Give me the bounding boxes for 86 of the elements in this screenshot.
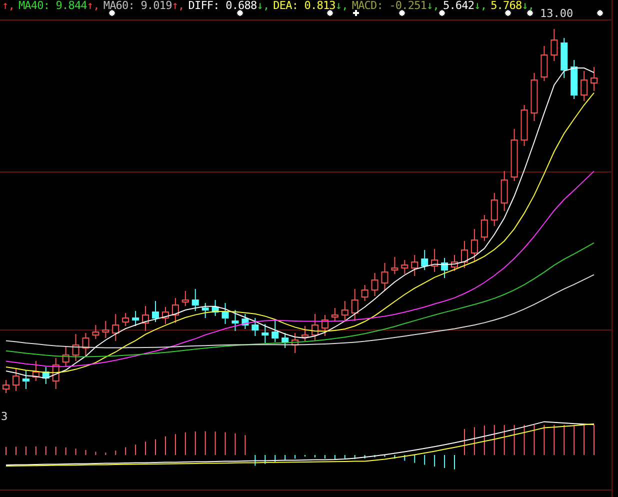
candlestick — [82, 332, 90, 356]
trend-arrow: ↓, — [335, 0, 348, 12]
candlestick — [570, 60, 578, 100]
candlestick — [242, 314, 249, 330]
candlestick — [421, 250, 428, 270]
trend-arrow: ↑, — [2, 0, 14, 12]
star-marker-icon — [526, 9, 534, 17]
indicator-value: 5.642 — [442, 0, 474, 12]
star-marker-icon — [438, 9, 446, 17]
candlestick — [361, 284, 368, 302]
candlestick — [460, 240, 468, 268]
indicator-value: MACD: -0.251 — [352, 0, 427, 12]
candlestick — [441, 258, 448, 278]
candlestick — [212, 300, 219, 316]
candlestick — [52, 358, 60, 390]
candlestick — [72, 334, 80, 362]
candlestick — [411, 254, 418, 276]
candlestick — [2, 380, 10, 394]
star-marker-icon — [236, 9, 244, 17]
candlestick — [172, 298, 179, 324]
cross-marker-icon — [352, 9, 360, 17]
candlestick — [371, 272, 378, 296]
axis-label: 3 — [1, 411, 8, 423]
candlestick — [391, 256, 398, 274]
candlestick — [401, 260, 408, 274]
candlestick — [162, 306, 169, 324]
candlestick — [381, 262, 388, 292]
candlestick — [351, 288, 358, 322]
candlestick — [341, 300, 348, 322]
indicator-value: 5.768 — [490, 0, 522, 12]
star-marker-icon — [596, 9, 604, 17]
candlestick — [252, 318, 259, 336]
candlestick — [480, 214, 488, 242]
price-label: 13.00 — [540, 8, 574, 20]
candlestick — [202, 302, 209, 318]
candlestick — [321, 314, 328, 336]
candlestick — [122, 312, 130, 326]
candlestick — [12, 368, 20, 392]
star-marker-icon — [398, 9, 406, 17]
star-marker-icon — [504, 9, 512, 17]
indicator-value: DEA: 0.813 — [273, 0, 336, 12]
candlestick — [540, 46, 548, 82]
candlestick — [590, 66, 598, 92]
candlestick — [142, 306, 150, 332]
candlestick — [32, 360, 40, 382]
candlestick — [530, 72, 538, 122]
trend-arrow: ↓, — [474, 0, 487, 12]
candlestick — [431, 248, 438, 272]
candlestick — [500, 170, 508, 212]
indicator-value: MA40: 9.844 — [18, 0, 87, 12]
candlestick — [292, 332, 299, 354]
candlestick — [302, 326, 308, 342]
candlestick — [222, 302, 229, 324]
star-marker-icon — [326, 9, 334, 17]
candlestick — [22, 370, 30, 390]
trend-arrow: ↓, — [426, 0, 439, 12]
candlestick — [580, 70, 588, 102]
candlestick — [272, 320, 279, 342]
candlestick — [92, 324, 100, 340]
candlestick — [182, 290, 189, 306]
candlestick — [470, 228, 478, 262]
candlestick — [62, 346, 70, 366]
candlestick — [232, 310, 239, 332]
star-marker-icon — [108, 9, 116, 17]
indicator-value: DIFF: 0.688 — [188, 0, 257, 12]
candlestick — [550, 28, 558, 62]
candlestick — [451, 254, 458, 272]
candlestick — [311, 314, 318, 342]
candlestick — [152, 300, 159, 322]
candlestick — [42, 366, 50, 384]
candlestick — [262, 324, 269, 344]
candlestick — [510, 128, 518, 182]
candlestick — [520, 104, 528, 146]
candlestick — [102, 320, 110, 338]
indicator-value: MA60: 9.019 — [103, 0, 172, 12]
trend-arrow: ↑, — [172, 0, 184, 12]
candlestick — [331, 308, 338, 322]
candlestick — [560, 38, 568, 78]
candlestick — [132, 310, 140, 326]
candlestick — [282, 332, 289, 348]
trend-arrow: ↓, — [522, 0, 534, 12]
trend-arrow: ↑, — [86, 0, 100, 12]
candlestick — [192, 288, 199, 312]
trend-arrow: ↓, — [256, 0, 270, 12]
candlestick — [490, 192, 498, 226]
candlestick — [112, 314, 120, 342]
